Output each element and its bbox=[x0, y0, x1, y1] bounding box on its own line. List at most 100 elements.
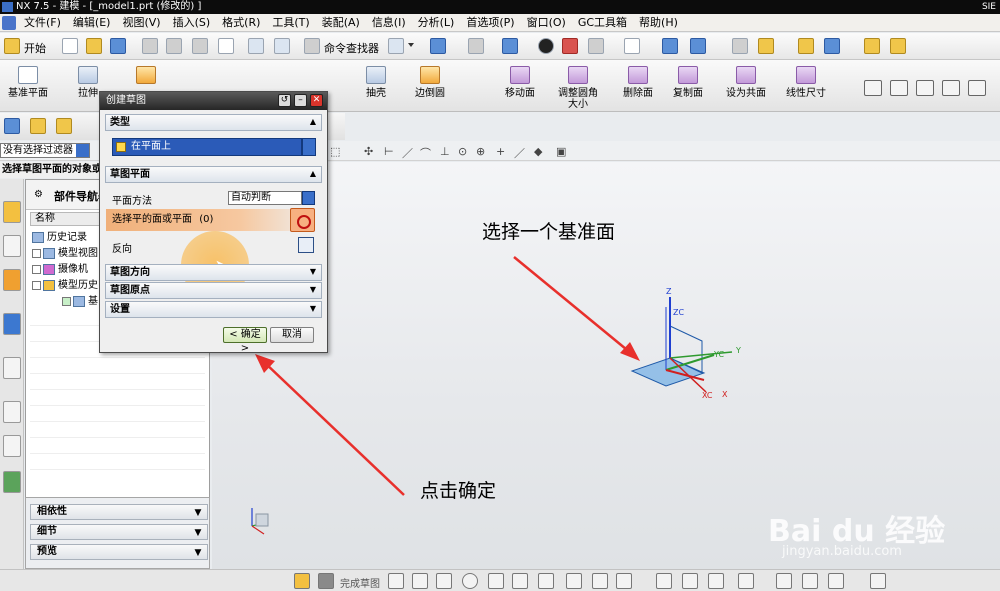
quick-extend-icon[interactable] bbox=[682, 573, 698, 589]
shell-button[interactable]: 抽壳 bbox=[348, 64, 404, 110]
reverse-direction-icon[interactable] bbox=[298, 237, 314, 253]
navigator-settings-icon[interactable]: ⚙ bbox=[34, 189, 43, 200]
copy-icon[interactable] bbox=[166, 38, 182, 54]
select-planar-face-row[interactable]: 选择平的面或平面 (0) bbox=[106, 209, 298, 231]
make-coplanar-button[interactable]: 设为共面 bbox=[718, 64, 774, 110]
finish-sketch-icon[interactable] bbox=[318, 573, 334, 589]
redo-icon[interactable] bbox=[274, 38, 290, 54]
profile-icon[interactable] bbox=[388, 573, 404, 589]
arc-icon[interactable] bbox=[436, 573, 452, 589]
section-sketch-direction[interactable]: 草图方向 ▼ bbox=[105, 264, 322, 281]
expand-icon[interactable] bbox=[32, 264, 41, 274]
pmi-symbol-icon[interactable] bbox=[864, 80, 882, 96]
menu-file[interactable]: 文件(F) bbox=[18, 15, 67, 31]
snap-curve-icon[interactable]: ⌒ bbox=[420, 145, 431, 161]
menu-format[interactable]: 格式(R) bbox=[216, 15, 266, 31]
navigator-item-history[interactable]: 历史记录 bbox=[32, 228, 87, 243]
snap-icon[interactable] bbox=[798, 38, 814, 54]
snap-point-icon[interactable]: + bbox=[496, 145, 505, 158]
snap-midpoint-icon[interactable]: ⊢ bbox=[384, 145, 394, 158]
expand-icon[interactable] bbox=[32, 248, 41, 258]
menu-preferences[interactable]: 首选项(P) bbox=[460, 15, 520, 31]
chevron-down-icon[interactable]: ▼ bbox=[192, 546, 204, 558]
view-orient-icon[interactable] bbox=[468, 38, 484, 54]
measure-angle-icon[interactable] bbox=[890, 38, 906, 54]
snap-line-icon[interactable]: ／ bbox=[402, 145, 413, 161]
delete-icon[interactable] bbox=[218, 38, 234, 54]
start-icon[interactable] bbox=[4, 38, 20, 54]
pmi-symbol-icon[interactable] bbox=[916, 80, 934, 96]
type-dropdown[interactable]: 在平面上 bbox=[112, 138, 302, 156]
chevron-up-icon[interactable]: ▲ bbox=[307, 116, 319, 128]
pmi-symbol-icon[interactable] bbox=[890, 80, 908, 96]
chevron-down-icon[interactable]: ▼ bbox=[192, 526, 204, 538]
section-sketch-origin[interactable]: 草图原点 ▼ bbox=[105, 282, 322, 299]
auto-constrain-icon[interactable] bbox=[802, 573, 818, 589]
cancel-button[interactable]: 取消 bbox=[270, 327, 314, 343]
collapse-icon[interactable] bbox=[32, 280, 41, 290]
menu-tools[interactable]: 工具(T) bbox=[266, 15, 315, 31]
chevron-down-icon[interactable]: ▼ bbox=[307, 303, 319, 315]
assembly-icon[interactable] bbox=[4, 118, 20, 134]
selection-icon[interactable] bbox=[388, 38, 404, 54]
chamfer-icon[interactable] bbox=[512, 573, 528, 589]
menu-insert[interactable]: 插入(S) bbox=[167, 15, 217, 31]
chevron-up-icon[interactable]: ▲ bbox=[307, 168, 319, 180]
selection-filter-dropdown[interactable]: 没有选择过滤器 bbox=[0, 143, 90, 158]
menu-help[interactable]: 帮助(H) bbox=[633, 15, 684, 31]
menu-analysis[interactable]: 分析(L) bbox=[412, 15, 461, 31]
copy-face-button[interactable]: 复制面 bbox=[660, 64, 716, 110]
dialog-title-bar[interactable]: 创建草图 ↺ – ✕ bbox=[100, 92, 327, 110]
panel-dependencies[interactable]: 相依性 ▼ bbox=[30, 504, 208, 520]
wcs-icon[interactable] bbox=[732, 38, 748, 54]
layer-icon[interactable] bbox=[662, 38, 678, 54]
start-button[interactable]: 开始 bbox=[24, 40, 46, 56]
snap-center-icon[interactable]: ⊙ bbox=[458, 145, 467, 158]
command-finder-icon[interactable] bbox=[304, 38, 320, 54]
move-object-icon[interactable] bbox=[690, 38, 706, 54]
navigator-item-model-history[interactable]: 模型历史 bbox=[32, 276, 98, 291]
reuse-library-icon[interactable] bbox=[3, 435, 21, 457]
delete-face-button[interactable]: 删除面 bbox=[610, 64, 666, 110]
assembly-navigator-icon[interactable] bbox=[3, 235, 21, 257]
reset-icon[interactable]: ↺ bbox=[278, 94, 291, 107]
snap-body-icon[interactable]: ▣ bbox=[556, 145, 566, 158]
panel-details[interactable]: 细节 ▼ bbox=[30, 524, 208, 540]
quick-trim-icon[interactable] bbox=[656, 573, 672, 589]
snap-endpoint-icon[interactable]: ✣ bbox=[364, 145, 373, 158]
hidden-edges-icon[interactable] bbox=[588, 38, 604, 54]
constraint-navigator-icon[interactable] bbox=[3, 269, 21, 291]
chevron-down-icon[interactable]: ▼ bbox=[307, 266, 319, 278]
point-icon[interactable] bbox=[592, 573, 608, 589]
chevron-down-icon[interactable] bbox=[302, 138, 316, 156]
menu-edit[interactable]: 编辑(E) bbox=[67, 15, 117, 31]
web-browser-icon[interactable] bbox=[3, 313, 21, 335]
checkbox-icon[interactable] bbox=[62, 296, 71, 306]
chevron-down-icon[interactable]: ▼ bbox=[192, 506, 204, 518]
linear-dimension-button[interactable]: 线性尺寸 bbox=[778, 64, 834, 110]
sketch-settings-icon[interactable] bbox=[870, 573, 886, 589]
section-sketch-plane[interactable]: 草图平面 ▲ bbox=[105, 166, 322, 183]
shaded-icon[interactable] bbox=[538, 38, 554, 54]
menu-info[interactable]: 信息(I) bbox=[366, 15, 412, 31]
move-face-button[interactable]: 移动面 bbox=[492, 64, 548, 110]
chevron-down-icon[interactable] bbox=[408, 43, 414, 47]
snap-options-icon[interactable] bbox=[824, 38, 840, 54]
snap-intersection-icon[interactable]: ⊥ bbox=[440, 145, 450, 158]
line-icon[interactable] bbox=[412, 573, 428, 589]
section-settings[interactable]: 设置 ▼ bbox=[105, 301, 322, 318]
command-finder-button[interactable]: 命令查找器 bbox=[324, 40, 379, 56]
constraint-icon[interactable] bbox=[776, 573, 792, 589]
snap-grid-icon[interactable]: ⬚ bbox=[330, 145, 340, 158]
chevron-down-icon[interactable]: ▼ bbox=[307, 284, 319, 296]
pmi-symbol-icon[interactable] bbox=[942, 80, 960, 96]
menu-view[interactable]: 视图(V) bbox=[116, 15, 166, 31]
measure-distance-icon[interactable] bbox=[864, 38, 880, 54]
datum-plane-button[interactable]: 基准平面 bbox=[0, 64, 56, 110]
app-menu-icon[interactable] bbox=[2, 15, 16, 30]
wcs-origin-icon[interactable] bbox=[758, 38, 774, 54]
save-icon[interactable] bbox=[110, 38, 126, 54]
new-file-icon[interactable] bbox=[62, 38, 78, 54]
chevron-down-icon[interactable] bbox=[302, 191, 315, 205]
navigator-item-cameras[interactable]: 摄像机 bbox=[32, 260, 88, 275]
